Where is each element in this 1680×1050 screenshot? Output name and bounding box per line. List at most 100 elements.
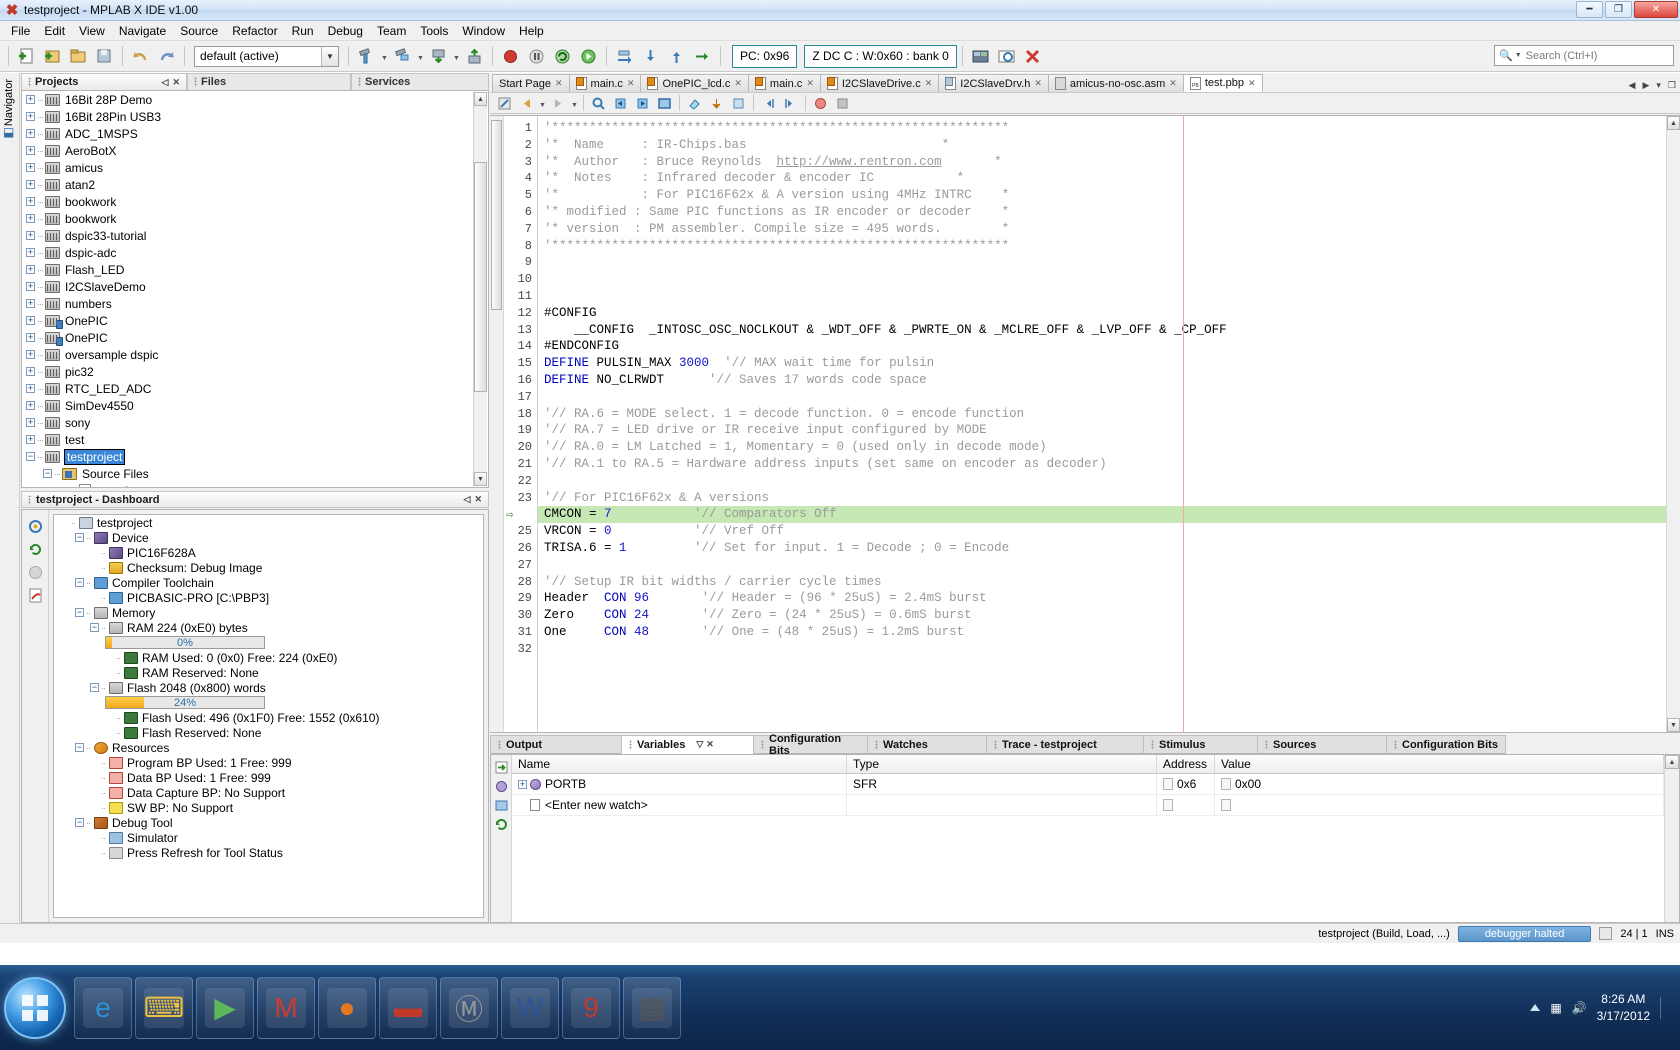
program-device-icon[interactable] [462, 44, 487, 69]
close-tab-icon[interactable]: ✕ [627, 78, 635, 89]
taskbar-pdf-reader-icon[interactable]: ▬ [379, 977, 437, 1039]
taskbar-pickit-icon[interactable]: 9 [562, 977, 620, 1039]
code-line[interactable]: '* modified : Same PIC functions as IR e… [538, 204, 1666, 221]
dashboard-header[interactable]: testproject - Dashboard ◁ ✕ [21, 491, 489, 508]
action-center-icon[interactable] [1660, 997, 1670, 1019]
code-content[interactable]: '***************************************… [538, 116, 1666, 732]
menu-file[interactable]: File [4, 22, 37, 40]
project-tree-node[interactable]: +···bookwork [22, 193, 488, 210]
editor-right-scrollbar[interactable]: ▲ ▼ [1666, 116, 1680, 732]
tree-expander-icon[interactable]: + [26, 146, 35, 155]
menu-help[interactable]: Help [512, 22, 551, 40]
navigator-strip[interactable]: Navigator ⬓ [0, 73, 20, 923]
volume-icon[interactable]: 🔊 [1572, 1001, 1587, 1015]
next-error-icon[interactable] [728, 93, 749, 113]
scroll-down-icon[interactable]: ▼ [474, 472, 487, 486]
make-program-dropdown-icon[interactable]: ▼ [452, 44, 461, 69]
project-tree-node[interactable]: +···atan2 [22, 176, 488, 193]
configuration-combo[interactable]: default (active) ▼ [194, 46, 339, 67]
save-all-icon[interactable] [92, 44, 117, 69]
chevron-down-icon[interactable]: ▼ [321, 47, 338, 66]
code-line[interactable]: '// For PIC16F62x & A versions [538, 490, 1666, 507]
taskbar-firefox-icon[interactable]: ● [318, 977, 376, 1039]
run-to-cursor-icon[interactable] [690, 44, 715, 69]
build-dropdown-icon[interactable]: ▼ [380, 44, 389, 69]
minimize-window-icon[interactable]: ◁ [464, 494, 471, 505]
tree-expander-icon[interactable]: + [26, 316, 35, 325]
watch-address-cell[interactable] [1157, 795, 1215, 816]
close-tab-icon[interactable]: ✕ [1034, 78, 1042, 89]
step-into-icon[interactable] [638, 44, 663, 69]
code-line[interactable]: #CONFIG [538, 305, 1666, 322]
close-tab-icon[interactable]: ✕ [925, 78, 933, 89]
code-line[interactable]: '// Setup IR bit widths / carrier cycle … [538, 574, 1666, 591]
code-line[interactable] [538, 557, 1666, 574]
project-tree-node[interactable]: +···RTC_LED_ADC [22, 380, 488, 397]
project-tree-node[interactable]: +···dspic-adc [22, 244, 488, 261]
stop-icon[interactable] [832, 93, 853, 113]
close-tab-icon[interactable]: ✕ [1169, 78, 1177, 89]
close-button[interactable]: ✕ [1634, 1, 1678, 18]
project-tree-scrollbar[interactable]: ▲ ▼ [473, 92, 487, 486]
tab-list-icon[interactable]: ▾ [1654, 80, 1663, 91]
project-tree-node[interactable]: +···I2CSlaveDemo [22, 278, 488, 295]
taskbar-file-explorer-icon[interactable]: ⌨ [135, 977, 193, 1039]
project-tree-node[interactable]: +···OnePIC [22, 312, 488, 329]
project-tree-node[interactable]: +···ADC_1MSPS [22, 125, 488, 142]
pause-icon[interactable] [524, 44, 549, 69]
code-line[interactable] [538, 389, 1666, 406]
bottom-tab-stimulus[interactable]: Stimulus [1143, 735, 1258, 754]
menu-navigate[interactable]: Navigate [112, 22, 173, 40]
shift-right-icon[interactable] [780, 93, 801, 113]
tree-expander-icon[interactable]: + [26, 333, 35, 342]
show-hidden-icons[interactable] [1530, 1004, 1540, 1011]
network-icon[interactable]: ▦ [1550, 1001, 1561, 1015]
tree-expander-icon[interactable]: − [75, 743, 84, 752]
tree-expander-icon[interactable]: + [26, 231, 35, 240]
code-line[interactable] [538, 288, 1666, 305]
memory-view-icon[interactable] [968, 44, 993, 69]
watch-name-cell[interactable]: +PORTB [512, 774, 847, 795]
refresh-dashboard-icon[interactable] [25, 516, 46, 537]
step-out-icon[interactable] [664, 44, 689, 69]
tree-expander-icon[interactable]: − [90, 623, 99, 632]
bottom-tab-sources[interactable]: Sources [1257, 735, 1387, 754]
start-button[interactable] [4, 977, 66, 1039]
editor-tab-i2cslavedrv-h[interactable]: I2CSlaveDrv.h✕ [938, 74, 1049, 92]
tree-expander-icon[interactable]: + [26, 265, 35, 274]
code-line[interactable]: '* : For PIC16F62x & A version using 4MH… [538, 187, 1666, 204]
scroll-up-icon[interactable]: ▲ [1665, 755, 1679, 769]
scrollbar-thumb[interactable] [474, 162, 487, 392]
watch-view-icon[interactable] [994, 44, 1019, 69]
prev-error-icon[interactable] [706, 93, 727, 113]
column-header-value[interactable]: Value [1215, 755, 1664, 773]
editor-tab-amicus-no-osc-asm[interactable]: amicus-no-osc.asm✕ [1048, 74, 1184, 92]
maximize-button[interactable]: ❐ [1605, 1, 1632, 18]
project-tree-node[interactable]: +···16Bit 28Pin USB3 [22, 108, 488, 125]
tree-expander-icon[interactable]: + [26, 129, 35, 138]
tree-expander-icon[interactable]: + [26, 435, 35, 444]
code-line[interactable] [538, 254, 1666, 271]
close-tab-icon[interactable]: ✕ [734, 78, 742, 89]
tree-expander-icon[interactable]: + [518, 780, 527, 789]
close-tab-icon[interactable]: ✕ [1248, 78, 1256, 89]
forward-icon[interactable] [548, 93, 569, 113]
tree-expander-icon[interactable]: + [26, 112, 35, 121]
scroll-up-icon[interactable]: ▲ [1667, 116, 1680, 130]
refresh-watch-icon[interactable] [493, 816, 510, 833]
close-window-icon[interactable]: ✕ [474, 494, 482, 505]
close-window-icon[interactable]: ✕ [172, 77, 180, 88]
project-tree-node[interactable]: ···PBtest.pbp [22, 482, 488, 488]
editor-left-scrollbar[interactable] [490, 116, 504, 732]
tree-expander-icon[interactable]: + [26, 214, 35, 223]
bottom-tab-configuration-bits[interactable]: Configuration Bits [753, 735, 868, 754]
column-header-type[interactable]: Type [847, 755, 1157, 773]
watch-type-cell[interactable]: SFR [847, 774, 1157, 795]
tree-expander-icon[interactable]: − [26, 452, 35, 461]
taskbar-media-player-icon[interactable]: ▶ [196, 977, 254, 1039]
tree-expander-icon[interactable]: − [90, 683, 99, 692]
step-over-icon[interactable] [612, 44, 637, 69]
project-tree-node[interactable]: −···testproject [22, 448, 488, 465]
clock[interactable]: 8:26 AM 3/17/2012 [1597, 991, 1650, 1023]
tree-expander-icon[interactable]: + [26, 163, 35, 172]
